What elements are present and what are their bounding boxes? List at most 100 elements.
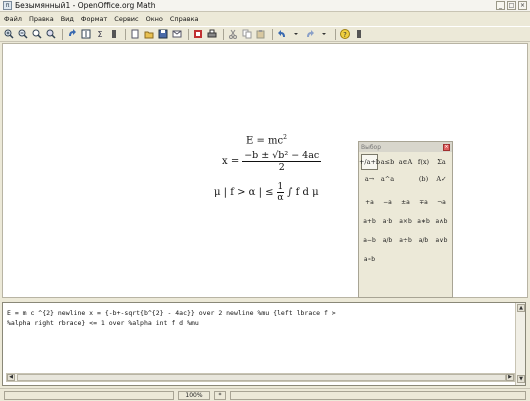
status-info [4,391,174,400]
formula-line-1-exponent: 2 [283,134,287,141]
palette-header: Выбор × [359,142,452,152]
symbol-a-over-b[interactable]: a/b [379,231,396,249]
inverse-alpha-denominator: α [277,193,284,203]
redo-dropdown-icon[interactable] [318,28,330,40]
menu-window[interactable]: Окно [146,15,163,23]
menu-edit[interactable]: Правка [29,15,54,23]
palette-close-button[interactable]: × [443,143,450,151]
symbol-minus-a[interactable]: −a [379,193,396,211]
main-toolbar: Σ ? [0,26,530,42]
menu-view[interactable]: Вид [61,15,74,23]
undo-icon[interactable] [276,28,288,40]
cut-icon[interactable] [227,28,239,40]
category-brackets[interactable]: (b) [415,171,432,187]
toolbar-separator [223,28,224,40]
category-relations[interactable]: a≤b [379,154,396,170]
zoom-100-icon[interactable] [31,28,43,40]
toolbar-separator [272,28,273,40]
undo-dropdown-icon[interactable] [290,28,302,40]
zoom-in-icon[interactable] [3,28,15,40]
formula-preview-area[interactable]: E = mc2 x = −b ± √b² − 4ac 2 μ | f > α |… [2,43,528,298]
formula-cursor-icon[interactable] [80,28,92,40]
command-text[interactable]: E = m c ^{2} newline x = {-b+-sqrt{b^{2}… [7,308,511,328]
new-icon[interactable] [129,28,141,40]
update-icon[interactable] [66,28,78,40]
scroll-down-icon[interactable]: ▼ [517,375,525,383]
category-attributes[interactable]: a→ [361,171,378,187]
inverse-alpha-numerator: 1 [276,182,285,193]
symbol-a-or-b[interactable]: a∨b [433,231,450,249]
status-extra [230,391,526,400]
category-unary-binary[interactable]: +/a+b [359,154,380,170]
scroll-right-icon[interactable]: ▶ [506,374,514,381]
window-title: Безымянный1 - OpenOffice.org Math [15,1,156,10]
palette-title: Выбор [361,143,382,151]
scroll-up-icon[interactable]: ▲ [517,304,525,312]
vertical-scrollbar[interactable]: ▲ ▼ [515,303,525,385]
title-bar: π Безымянный1 - OpenOffice.org Math _ □ … [0,0,530,12]
category-operators[interactable]: Σa [433,154,450,170]
toolbar-overflow-icon[interactable] [108,28,120,40]
symbol-a-circ-b[interactable]: a∘b [361,250,378,268]
paste-icon[interactable] [255,28,267,40]
symbol-a-and-b[interactable]: a∧b [433,212,450,230]
category-empty [397,171,414,187]
menu-bar: Файл Правка Вид Формат Сервис Окно Справ… [0,13,530,25]
status-bar: 100% * [0,388,530,401]
close-button[interactable]: × [518,1,527,10]
quadratic-denominator: 2 [278,162,285,173]
symbol-a-times-b[interactable]: a×b [397,212,414,230]
zoom-out-icon[interactable] [17,28,29,40]
toolbar-separator [125,28,126,40]
svg-text:?: ? [343,31,347,39]
symbol-a-slash-b[interactable]: a/b [415,231,432,249]
symbol-a-plus-b[interactable]: a+b [361,212,378,230]
symbol-a-dot-b[interactable]: a·b [379,212,396,230]
symbol-a-star-b[interactable]: a∗b [415,212,432,230]
selection-palette: Выбор × +/a+b a≤b a∈A f(x) Σa a→ a^a (b)… [358,141,453,298]
quadratic-fraction: −b ± √b² − 4ac 2 [242,150,322,173]
zoom-all-icon[interactable] [45,28,57,40]
save-icon[interactable] [157,28,169,40]
formula-line-2-lhs: x = [222,156,240,167]
symbol-plus-a[interactable]: +a [361,193,378,211]
symbol-a-minus-b[interactable]: a−b [361,231,378,249]
category-set-operations[interactable]: a∈A [397,154,414,170]
copy-icon[interactable] [241,28,253,40]
toolbar-separator [62,28,63,40]
menu-help[interactable]: Справка [170,15,199,23]
menu-file[interactable]: Файл [4,15,22,23]
horizontal-scrollbar[interactable]: ◀ ▶ [6,373,515,382]
symbol-a-div-b[interactable]: a÷b [397,231,414,249]
formula-line-1: E = mc2 [246,134,287,146]
symbol-plusminus-a[interactable]: ±a [397,193,414,211]
quadratic-numerator: −b ± √b² − 4ac [242,150,322,162]
horizontal-scroll-thumb[interactable] [17,374,506,381]
category-others[interactable]: a^a [379,171,396,187]
sigma-icon[interactable]: Σ [94,28,106,40]
minimize-button[interactable]: _ [496,1,505,10]
palette-symbols: +a −a ±a ∓a ¬a a+b a·b a×b a∗b a∧b a−b a… [359,189,452,272]
redo-icon[interactable] [304,28,316,40]
open-icon[interactable] [143,28,155,40]
symbol-minusplus-a[interactable]: ∓a [415,193,432,211]
formula-line-1-text: E = mc [246,135,284,147]
scroll-left-icon[interactable]: ◀ [7,374,15,381]
inverse-alpha-fraction: 1 α [276,182,285,203]
help-icon[interactable]: ? [339,28,351,40]
maximize-button[interactable]: □ [507,1,516,10]
print-icon[interactable] [206,28,218,40]
mail-icon[interactable] [171,28,183,40]
category-functions[interactable]: f(x) [415,154,432,170]
formula-line-3-lhs: μ | f > α | ≤ [214,187,274,198]
category-formats[interactable]: A✓ [433,171,450,187]
zoom-level[interactable]: 100% [178,391,210,400]
pdf-icon[interactable] [192,28,204,40]
formula-line-2: x = −b ± √b² − 4ac 2 [222,150,322,173]
formula-line-3-rhs: ∫ f d μ [287,187,319,198]
toolbar-overflow-icon[interactable] [353,28,365,40]
app-icon: π [3,1,12,10]
menu-tools[interactable]: Сервис [114,15,138,23]
symbol-not-a[interactable]: ¬a [433,193,450,211]
menu-format[interactable]: Формат [81,15,107,23]
